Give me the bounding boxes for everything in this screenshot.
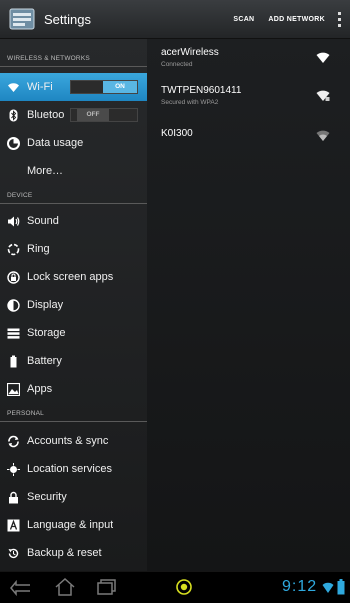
ring-icon xyxy=(7,243,20,256)
recent-apps-icon[interactable] xyxy=(95,577,116,597)
settings-app-icon[interactable] xyxy=(9,8,35,30)
sidebar-item-accounts-sync[interactable]: Accounts & sync xyxy=(0,427,147,455)
sync-icon xyxy=(7,435,20,448)
sidebar-item-backup-reset[interactable]: Backup & reset xyxy=(0,539,147,567)
sidebar-item-more[interactable]: More… xyxy=(0,157,147,185)
network-name: acerWireless xyxy=(161,47,219,58)
section-header-device: DEVICE xyxy=(0,190,147,204)
sidebar-item-label: Ring xyxy=(27,243,50,255)
system-navigation-bar: 9:12 xyxy=(0,571,350,603)
sidebar-item-lock-screen-apps[interactable]: Lock screen apps xyxy=(0,263,147,291)
sidebar-item-label: Security xyxy=(27,491,67,503)
sidebar-item-battery[interactable]: Battery xyxy=(0,347,147,375)
sidebar-item-label: Display xyxy=(27,299,64,311)
battery-icon xyxy=(7,355,20,368)
sidebar-item-display[interactable]: Display xyxy=(0,291,147,319)
toggle-state-label: OFF xyxy=(77,109,109,121)
network-item-k0i300[interactable]: K0I300 xyxy=(147,119,350,157)
sidebar-item-label: Sound xyxy=(27,215,59,227)
sidebar-item-label: More… xyxy=(27,165,64,177)
wifi-weak-signal-icon xyxy=(316,129,330,141)
sidebar-item-data-usage[interactable]: Data usage xyxy=(0,129,147,157)
page-title: Settings xyxy=(44,11,91,27)
network-name: K0I300 xyxy=(161,128,193,139)
bluetooth-toggle[interactable]: OFF xyxy=(70,108,138,122)
wifi-network-list: acerWireless Connected TWTPEN9601411 Sec… xyxy=(147,39,350,571)
wifi-toggle[interactable]: ON xyxy=(70,80,138,94)
sidebar-item-language-input[interactable]: Language & input xyxy=(0,511,147,539)
network-item-twtpen9601411[interactable]: TWTPEN9601411 Secured with WPA2 xyxy=(147,79,350,117)
sidebar-item-apps[interactable]: Apps xyxy=(0,375,147,403)
network-status: Connected xyxy=(161,61,193,68)
sidebar-item-label: Location services xyxy=(27,463,112,475)
sidebar-item-ring[interactable]: Ring xyxy=(0,235,147,263)
sidebar-item-location-services[interactable]: Location services xyxy=(0,455,147,483)
speaker-icon xyxy=(7,215,20,228)
sidebar-item-label: Apps xyxy=(27,383,53,395)
sidebar-item-wifi[interactable]: Wi-Fi ON xyxy=(0,73,147,101)
home-icon[interactable] xyxy=(54,577,75,597)
lock-icon xyxy=(7,491,20,504)
sidebar-item-label: Storage xyxy=(27,327,66,339)
toggle-state-label: ON xyxy=(103,81,137,93)
wifi-status-icon xyxy=(322,581,334,593)
action-bar: Settings SCAN ADD NETWORK xyxy=(0,0,350,39)
scan-button[interactable]: SCAN xyxy=(226,16,261,23)
display-icon xyxy=(7,298,20,312)
settings-sidebar: WIRELESS & NETWORKS Wi-Fi ON Bluetoo OFF… xyxy=(0,39,147,571)
sidebar-item-label: Backup & reset xyxy=(27,547,102,559)
storage-icon xyxy=(7,327,20,340)
location-icon xyxy=(7,462,20,476)
sidebar-item-label: Bluetoo xyxy=(27,109,65,121)
wifi-signal-icon xyxy=(316,51,330,63)
sidebar-item-security[interactable]: Security xyxy=(0,483,147,511)
sidebar-item-label: Data usage xyxy=(27,137,84,149)
lock-screen-icon xyxy=(7,270,20,284)
notification-indicator-icon[interactable] xyxy=(174,577,194,597)
status-clock[interactable]: 9:12 xyxy=(282,578,317,596)
sidebar-item-label: Language & input xyxy=(27,519,114,531)
sidebar-item-label: Lock screen apps xyxy=(27,271,114,283)
back-icon[interactable] xyxy=(9,577,30,597)
sidebar-item-label: Battery xyxy=(27,355,62,367)
add-network-button[interactable]: ADD NETWORK xyxy=(261,16,332,23)
network-item-acerwireless[interactable]: acerWireless Connected xyxy=(147,41,350,79)
language-icon xyxy=(7,519,20,532)
backup-icon xyxy=(7,547,20,560)
network-status: Secured with WPA2 xyxy=(161,99,219,106)
apps-icon xyxy=(6,382,21,396)
wifi-secured-signal-icon xyxy=(316,89,330,101)
sidebar-item-sound[interactable]: Sound xyxy=(0,207,147,235)
section-header-wireless: WIRELESS & NETWORKS xyxy=(0,53,147,67)
sidebar-item-bluetooth[interactable]: Bluetoo OFF xyxy=(0,101,147,129)
overflow-menu-icon[interactable] xyxy=(332,8,346,30)
network-name: TWTPEN9601411 xyxy=(161,85,242,96)
sidebar-item-label: Accounts & sync xyxy=(27,435,109,447)
data-usage-icon xyxy=(7,136,20,150)
wifi-icon xyxy=(7,81,20,94)
sidebar-item-storage[interactable]: Storage xyxy=(0,319,147,347)
bluetooth-icon xyxy=(7,109,20,122)
section-header-personal: PERSONAL xyxy=(0,408,147,422)
sidebar-item-label: Wi-Fi xyxy=(27,81,53,93)
battery-status-icon xyxy=(337,579,345,595)
